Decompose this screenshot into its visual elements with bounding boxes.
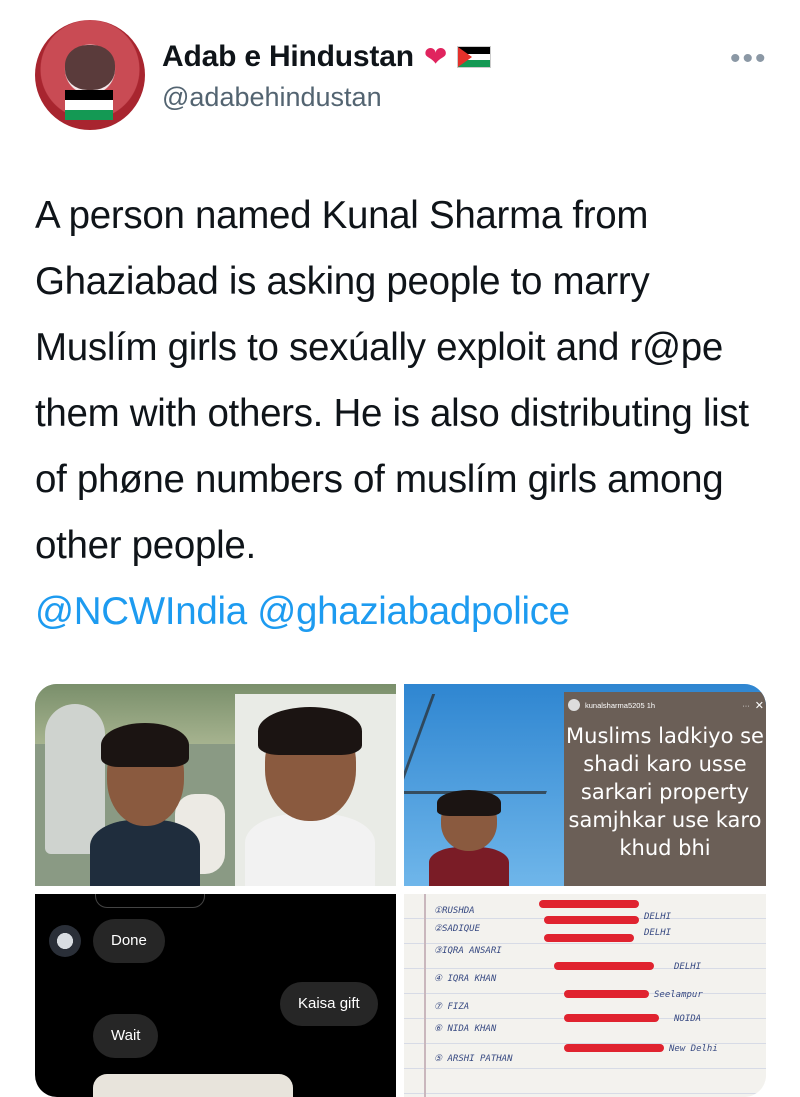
tweet-text: A person named Kunal Sharma from Ghaziab… [35,194,749,567]
media-grid: kunalsharma5205 1h ··· ✕ Muslims ladkiyo… [35,684,766,1097]
handwritten-note: ②SADIQUE [434,924,480,934]
chat-message-done: Done [93,919,165,963]
media-photo-selfie[interactable] [35,684,396,886]
story-avatar [568,699,580,711]
handwritten-note: ⑤ ARSHI PATHAN [434,1054,513,1064]
chat-message-kaisa-gift: Kaisa gift [280,982,378,1026]
media-photo-story[interactable]: kunalsharma5205 1h ··· ✕ Muslims ladkiyo… [404,684,766,886]
handwritten-note: Seelampur [654,990,703,1000]
redaction-mark [564,1014,659,1022]
avatar-flag-icon [65,90,113,120]
handwritten-note: NOIDA [674,1014,702,1024]
handwritten-note: New Delhi [669,1044,718,1054]
story-username: kunalsharma5205 1h [585,700,656,710]
story-header: kunalsharma5205 1h ··· ✕ [568,696,764,714]
handwritten-note: ①RUSHDA [434,906,475,916]
story-more-icon: ··· [742,700,750,710]
author-name-row[interactable]: Adab e Hindustan ❤ [162,40,492,74]
chat-message-wait: Wait [93,1014,159,1058]
palestine-flag-icon [457,46,492,68]
media-photo-notebook[interactable]: ①RUSHDA ②SADIQUE ③IQRA ANSARI ④ IQRA KHA… [404,894,766,1097]
handwritten-note: ⑥ NIDA KHAN [434,1024,497,1034]
story-caption: Muslims ladkiyo se shadi karo usse sarka… [566,724,764,860]
person-right [245,707,375,886]
person-story [429,790,509,886]
redaction-mark [539,900,639,908]
mention-ncwindia[interactable]: @NCWIndia [35,590,247,633]
chat-previous-bubble [95,894,205,908]
author-handle[interactable]: @adabehindustan [162,82,382,113]
handwritten-note: ④ IQRA KHAN [434,974,497,984]
author-avatar[interactable] [35,20,145,130]
redaction-mark [544,916,639,924]
avatar-face [65,45,115,90]
notebook-margin [424,894,426,1097]
close-icon: ✕ [754,699,764,712]
handwritten-note: DELHI [674,962,702,972]
more-options-icon[interactable]: ••• [730,42,768,76]
handwritten-note: DELHI [644,928,672,938]
red-heart-icon: ❤ [423,41,448,72]
chat-photo-preview [93,1074,293,1097]
tweet-body: A person named Kunal Sharma from Ghaziab… [35,183,775,645]
redaction-mark [564,990,649,998]
media-photo-chat[interactable]: Done Kaisa gift Wait [35,894,396,1097]
redaction-mark [554,962,654,970]
author-name[interactable]: Adab e Hindustan [162,40,414,74]
redaction-mark [544,934,634,942]
redaction-mark [564,1044,664,1052]
handwritten-note: ⑦ FIZA [434,1002,470,1012]
tweet-header: Adab e Hindustan ❤ @adabehindustan ••• [0,0,800,150]
mention-ghaziabadpolice[interactable]: @ghaziabadpolice [257,590,570,633]
handwritten-note: DELHI [644,912,672,922]
chat-avatar [49,925,81,957]
person-left [90,722,200,886]
handwritten-note: ③IQRA ANSARI [434,946,502,956]
